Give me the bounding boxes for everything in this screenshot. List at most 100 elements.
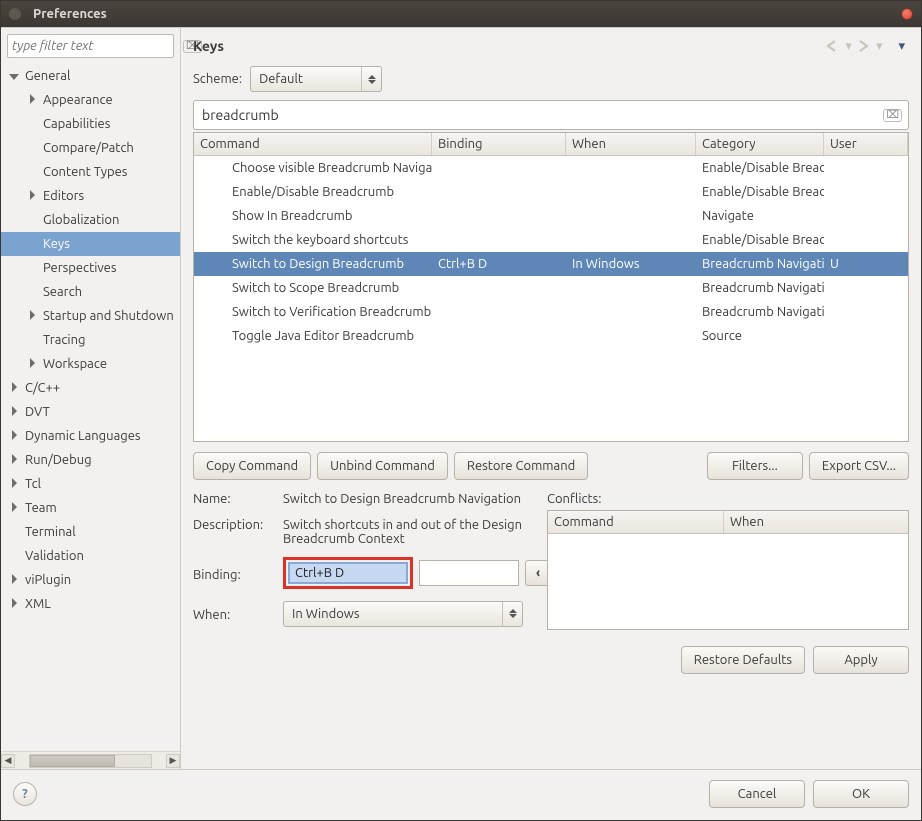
table-row[interactable]: Choose visible Breadcrumb NavigationEnab… bbox=[194, 156, 908, 180]
keybindings-table[interactable]: Command Binding When Category User Choos… bbox=[193, 132, 909, 442]
table-row[interactable]: Switch to Design BreadcrumbCtrl+B DIn Wi… bbox=[194, 252, 908, 276]
tree-item[interactable]: Workspace bbox=[1, 352, 180, 376]
table-row[interactable]: Toggle Java Editor BreadcrumbSource bbox=[194, 324, 908, 348]
preferences-tree[interactable]: GeneralAppearanceCapabilitiesCompare/Pat… bbox=[1, 62, 180, 751]
table-cell bbox=[566, 332, 696, 340]
export-csv-button[interactable]: Export CSV... bbox=[809, 452, 909, 480]
tree-item[interactable]: Globalization bbox=[1, 208, 180, 232]
tree-item-label: Workspace bbox=[39, 357, 107, 371]
col-when[interactable]: When bbox=[566, 133, 696, 155]
chevron-right-icon[interactable] bbox=[25, 94, 39, 106]
scroll-right-icon[interactable]: ▶ bbox=[166, 754, 180, 768]
ok-button[interactable]: OK bbox=[813, 780, 909, 808]
tree-item[interactable]: DVT bbox=[1, 400, 180, 424]
tree-item[interactable]: Capabilities bbox=[1, 112, 180, 136]
tree-item[interactable]: Editors bbox=[1, 184, 180, 208]
conflicts-table[interactable]: Command When bbox=[547, 510, 909, 630]
tree-item[interactable]: Startup and Shutdown bbox=[1, 304, 180, 328]
back-icon[interactable] bbox=[825, 39, 841, 53]
chevron-right-icon[interactable] bbox=[7, 502, 21, 514]
table-cell bbox=[566, 164, 696, 172]
combo-stepper-icon[interactable] bbox=[502, 602, 522, 626]
chevron-right-icon[interactable] bbox=[7, 430, 21, 442]
table-cell bbox=[824, 236, 908, 244]
combo-stepper-icon[interactable] bbox=[361, 67, 381, 91]
chevron-right-icon[interactable] bbox=[7, 454, 21, 466]
col-binding[interactable]: Binding bbox=[432, 133, 566, 155]
restore-defaults-button[interactable]: Restore Defaults bbox=[681, 646, 805, 674]
tree-item[interactable]: Validation bbox=[1, 544, 180, 568]
horizontal-scrollbar[interactable]: ◀ ▶ bbox=[1, 751, 180, 769]
chevron-right-icon[interactable] bbox=[7, 598, 21, 610]
tree-filter-input[interactable] bbox=[12, 39, 183, 53]
table-cell: Breadcrumb Navigation bbox=[696, 277, 824, 299]
table-row[interactable]: Switch to Scope BreadcrumbBreadcrumb Nav… bbox=[194, 276, 908, 300]
table-cell bbox=[432, 236, 566, 244]
apply-button[interactable]: Apply bbox=[813, 646, 909, 674]
tree-item[interactable]: Perspectives bbox=[1, 256, 180, 280]
conflict-col-command[interactable]: Command bbox=[548, 511, 724, 533]
scroll-left-icon[interactable]: ◀ bbox=[1, 754, 15, 768]
tree-item[interactable]: Compare/Patch bbox=[1, 136, 180, 160]
tree-item[interactable]: Appearance bbox=[1, 88, 180, 112]
tree-filter[interactable]: ⌧ bbox=[7, 34, 174, 58]
tree-item[interactable]: Search bbox=[1, 280, 180, 304]
forward-icon[interactable] bbox=[856, 39, 872, 53]
chevron-right-icon[interactable] bbox=[7, 382, 21, 394]
chevron-right-icon[interactable] bbox=[7, 574, 21, 586]
clear-icon[interactable]: ⌧ bbox=[883, 109, 902, 122]
window-button[interactable] bbox=[9, 8, 21, 20]
chevron-down-icon[interactable] bbox=[7, 71, 21, 82]
tree-item[interactable]: Content Types bbox=[1, 160, 180, 184]
close-icon[interactable] bbox=[901, 8, 913, 20]
scheme-value: Default bbox=[259, 72, 303, 86]
chevron-right-icon[interactable] bbox=[7, 406, 21, 418]
chevron-right-icon[interactable] bbox=[25, 358, 39, 370]
restore-command-button[interactable]: Restore Command bbox=[454, 452, 588, 480]
table-cell bbox=[432, 332, 566, 340]
menu-dropdown-icon[interactable]: ▾ bbox=[898, 39, 905, 54]
tree-item[interactable]: C/C++ bbox=[1, 376, 180, 400]
tree-item[interactable]: Terminal bbox=[1, 520, 180, 544]
cancel-button[interactable]: Cancel bbox=[709, 780, 805, 808]
keys-search[interactable]: ⌧ bbox=[193, 100, 909, 130]
tree-item[interactable]: Tcl bbox=[1, 472, 180, 496]
table-row[interactable]: Switch to Verification BreadcrumbBreadcr… bbox=[194, 300, 908, 324]
scrollbar-thumb[interactable] bbox=[30, 755, 115, 767]
titlebar[interactable]: Preferences bbox=[1, 1, 921, 27]
tree-item[interactable]: viPlugin bbox=[1, 568, 180, 592]
tree-item[interactable]: General bbox=[1, 64, 180, 88]
binding-extra-input[interactable] bbox=[419, 560, 519, 586]
binding-input[interactable]: Ctrl+B D bbox=[288, 562, 408, 584]
table-row[interactable]: Show In BreadcrumbNavigate bbox=[194, 204, 908, 228]
help-icon[interactable]: ? bbox=[13, 782, 37, 806]
when-value: In Windows bbox=[292, 607, 360, 621]
tree-item[interactable]: Dynamic Languages bbox=[1, 424, 180, 448]
table-cell: U bbox=[824, 253, 908, 275]
tree-item[interactable]: Team bbox=[1, 496, 180, 520]
tree-item-label: Dynamic Languages bbox=[21, 429, 141, 443]
chevron-right-icon[interactable] bbox=[25, 310, 39, 322]
tree-item-label: viPlugin bbox=[21, 573, 71, 587]
col-user[interactable]: User bbox=[824, 133, 908, 155]
when-combo[interactable]: In Windows bbox=[283, 601, 523, 627]
col-command[interactable]: Command bbox=[194, 133, 432, 155]
scheme-combo[interactable]: Default bbox=[250, 66, 382, 92]
chevron-right-icon[interactable] bbox=[25, 190, 39, 202]
copy-command-button[interactable]: Copy Command bbox=[193, 452, 311, 480]
tree-item[interactable]: XML bbox=[1, 592, 180, 616]
tree-item[interactable]: Keys bbox=[1, 232, 180, 256]
table-row[interactable]: Enable/Disable BreadcrumbEnable/Disable … bbox=[194, 180, 908, 204]
col-category[interactable]: Category bbox=[696, 133, 824, 155]
filters-button[interactable]: Filters... bbox=[707, 452, 803, 480]
scheme-label: Scheme: bbox=[193, 72, 242, 86]
tree-item[interactable]: Run/Debug bbox=[1, 448, 180, 472]
chevron-right-icon[interactable] bbox=[7, 478, 21, 490]
table-cell: Toggle Java Editor Breadcrumb bbox=[194, 325, 432, 347]
unbind-command-button[interactable]: Unbind Command bbox=[317, 452, 448, 480]
table-row[interactable]: Switch the keyboard shortcutsEnable/Disa… bbox=[194, 228, 908, 252]
conflict-col-when[interactable]: When bbox=[724, 511, 908, 533]
tree-item[interactable]: Tracing bbox=[1, 328, 180, 352]
keys-search-input[interactable] bbox=[202, 107, 884, 123]
tree-item-label: DVT bbox=[21, 405, 50, 419]
